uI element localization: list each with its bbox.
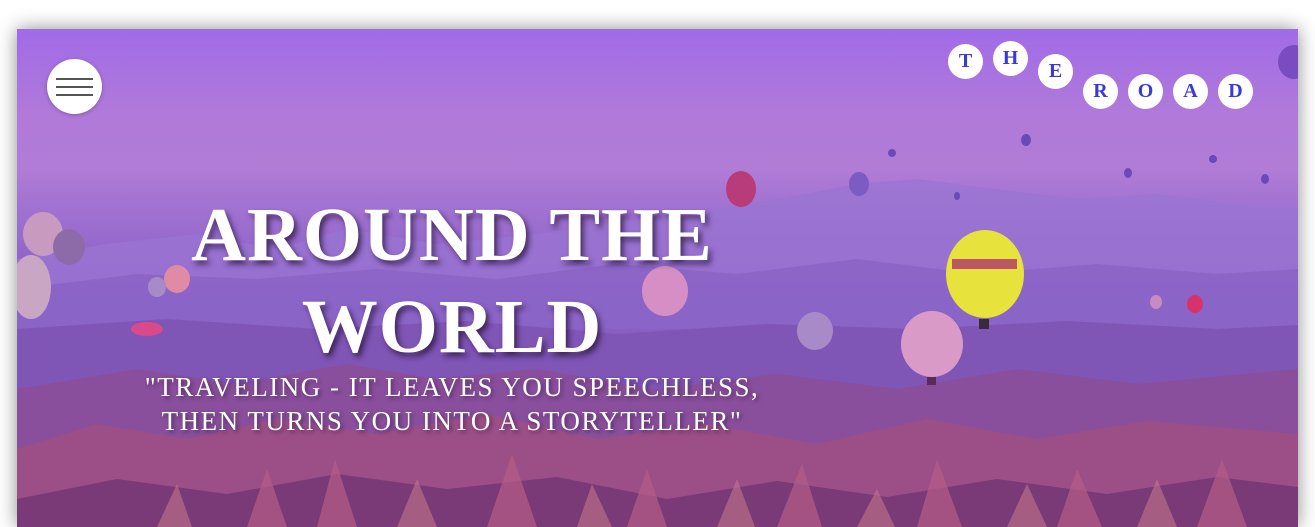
logo-letter-r[interactable]: R [1083, 74, 1118, 109]
logo-letter-a[interactable]: A [1173, 74, 1208, 109]
balloon-small-3 [888, 149, 896, 157]
logo-letter-h[interactable]: H [993, 41, 1028, 76]
balloon-small-5 [1209, 155, 1217, 163]
hero-quote: "TRAVELING - IT LEAVES YOU SPEECHLESS, T… [97, 370, 807, 438]
balloon-small-1 [849, 172, 869, 196]
page-title: AROUND THE WORLD [117, 189, 787, 373]
logo-letter-t[interactable]: T [948, 44, 983, 79]
balloon-small-7 [954, 192, 960, 200]
hamburger-menu-icon[interactable] [47, 59, 102, 114]
logo-letter-o[interactable]: O [1128, 74, 1163, 109]
balloon-small-2 [1021, 134, 1031, 146]
title-line-1: AROUND THE [191, 193, 713, 277]
quote-line-1: "TRAVELING - IT LEAVES YOU SPEECHLESS, [144, 372, 760, 402]
title-line-2: WORLD [301, 285, 603, 369]
balloon-corner [1278, 45, 1298, 79]
balloon-red-right [1187, 295, 1203, 313]
menu-line [56, 94, 93, 96]
balloon-purple [797, 312, 833, 350]
logo-letter-e[interactable]: E [1038, 54, 1073, 89]
balloon-pink-right [1150, 295, 1162, 309]
quote-line-2: THEN TURNS YOU INTO A STORYTELLER" [161, 406, 743, 436]
balloon-left-2 [53, 229, 85, 265]
menu-line [56, 78, 93, 80]
balloon-small-6 [1261, 174, 1269, 184]
menu-line [56, 86, 93, 88]
logo-letter-d[interactable]: D [1218, 74, 1253, 109]
balloon-small-4 [1124, 168, 1132, 178]
